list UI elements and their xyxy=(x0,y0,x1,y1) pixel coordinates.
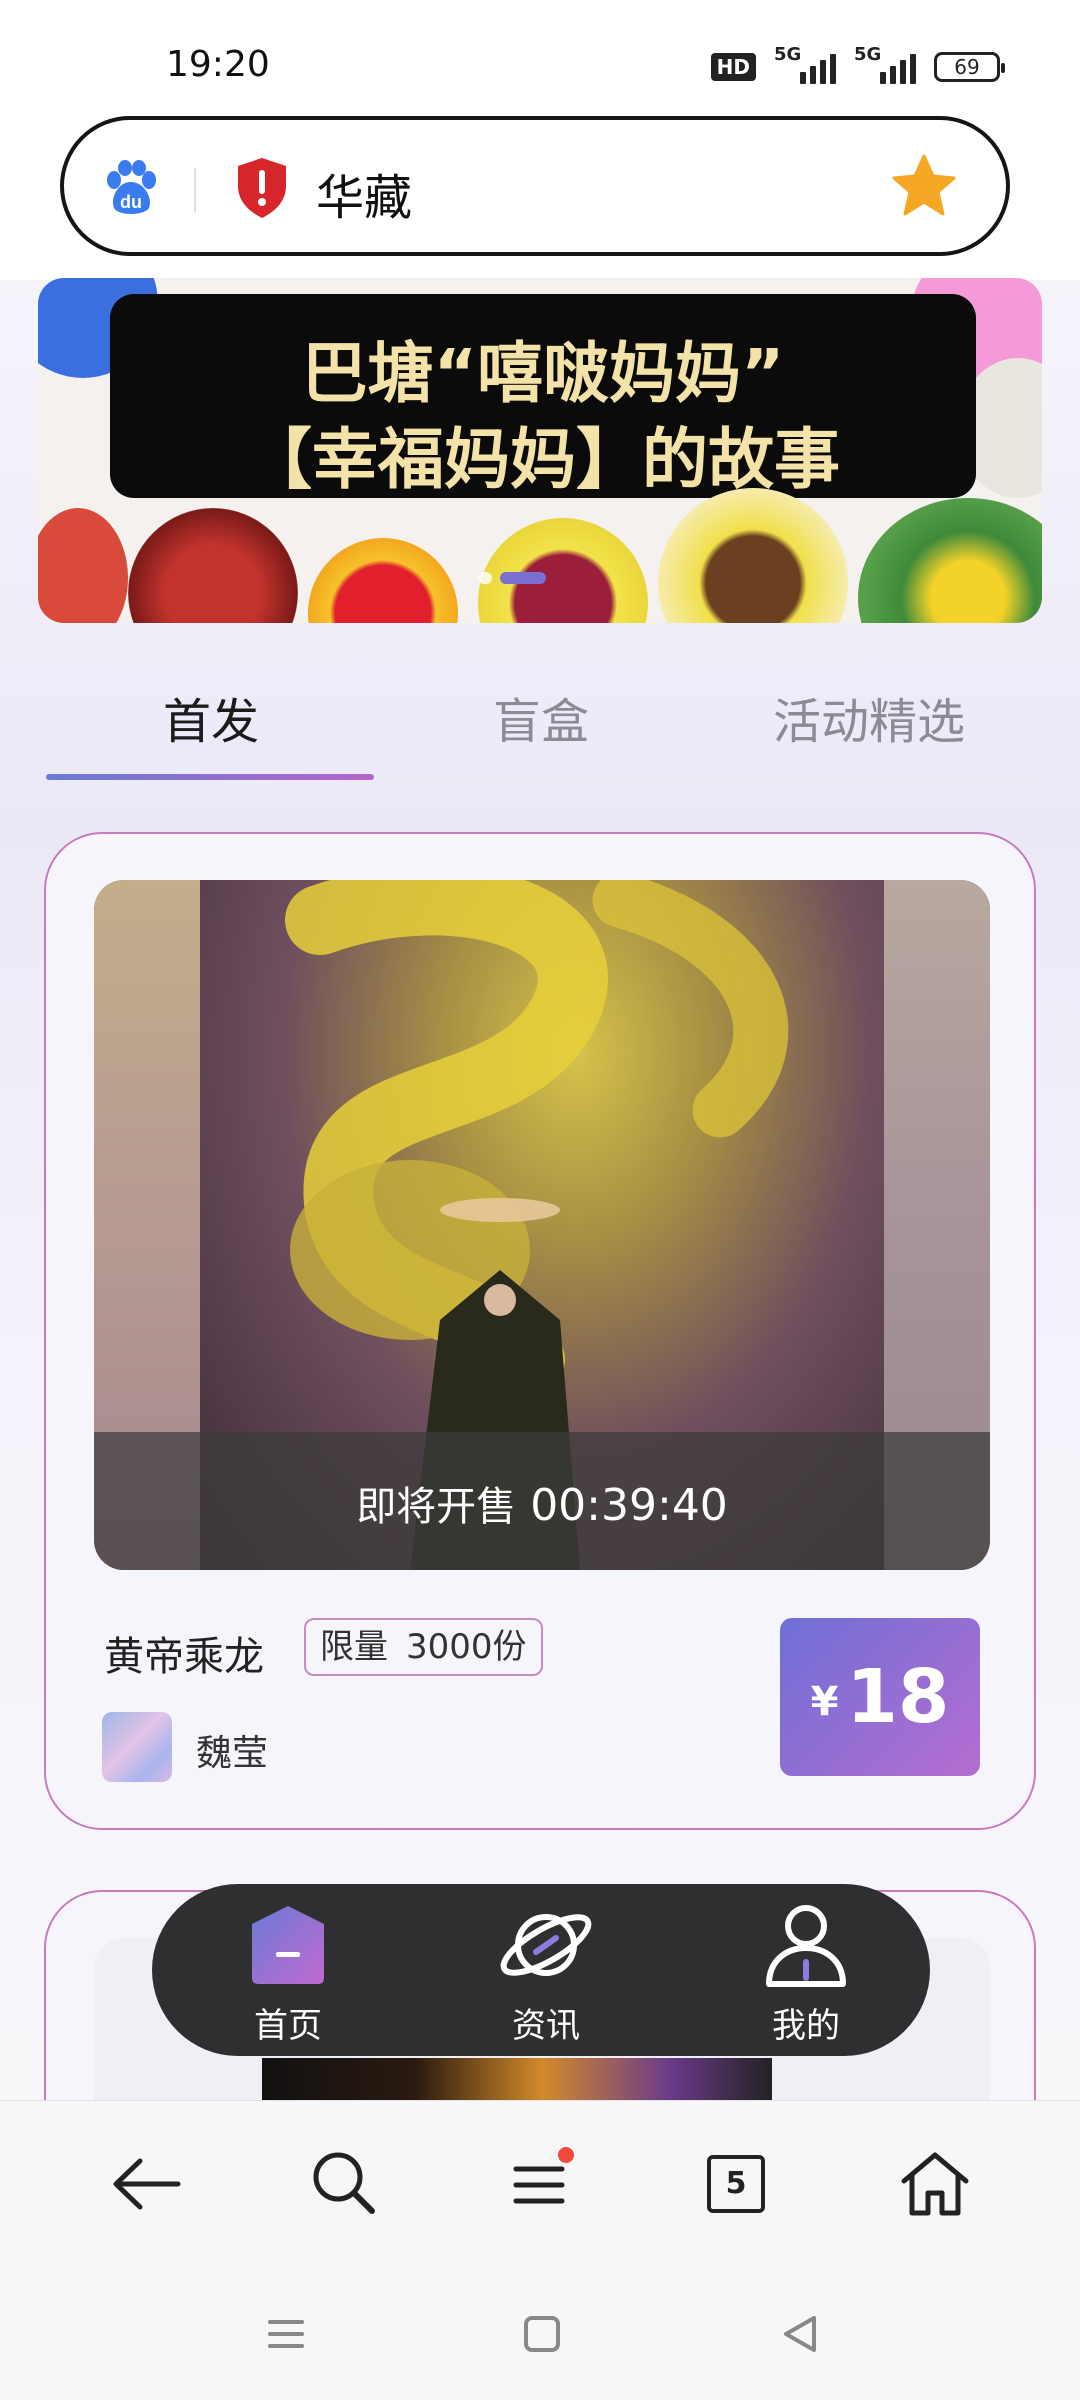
limit-badge: 限量 3000份 xyxy=(304,1618,543,1676)
site-title[interactable]: 华藏 xyxy=(316,158,412,228)
user-icon xyxy=(766,1905,846,1987)
banner-dot[interactable] xyxy=(478,572,492,584)
tab-blind-box[interactable]: 盲盒 xyxy=(376,682,706,752)
product-image[interactable]: 即将开售 00:39:40 xyxy=(94,880,990,1570)
recents-icon[interactable] xyxy=(256,2304,316,2364)
tab-first-release[interactable]: 首发 xyxy=(46,682,376,752)
nav-news[interactable]: 资讯 xyxy=(446,1884,646,2056)
hd-icon: HD xyxy=(710,53,756,81)
address-separator xyxy=(194,168,196,212)
banner-art xyxy=(478,518,648,623)
countdown-timer: 00:39:40 xyxy=(530,1480,728,1531)
banner-dot-active[interactable] xyxy=(500,572,546,584)
banner-title-box: 巴塘“嘻啵妈妈” 【幸福妈妈】的故事 xyxy=(110,294,976,498)
home-hexagon-icon xyxy=(252,1906,324,1984)
banner-art xyxy=(128,508,298,623)
planet-icon xyxy=(500,1914,592,1976)
status-time: 19:20 xyxy=(166,44,270,85)
system-nav-bar xyxy=(0,2264,1080,2400)
search-icon[interactable] xyxy=(300,2139,390,2229)
status-icons: HD 5G 5G 69 xyxy=(710,44,1005,84)
price-currency: ¥ xyxy=(810,1679,839,1725)
browser-toolbar: 5 xyxy=(0,2100,1080,2264)
svg-text:du: du xyxy=(120,192,142,212)
back-arrow-icon[interactable] xyxy=(102,2139,192,2229)
tab-featured-events[interactable]: 活动精选 xyxy=(704,682,1034,752)
menu-icon[interactable] xyxy=(494,2139,584,2229)
banner-pagination xyxy=(478,572,546,584)
sale-status: 即将开售 xyxy=(356,1484,517,1530)
price-amount: 18 xyxy=(846,1654,950,1740)
app-bottom-nav: 首页 资讯 我的 xyxy=(152,1884,930,2056)
product-name: 黄帝乘龙 xyxy=(104,1634,264,1680)
banner-art xyxy=(858,498,1042,623)
tabs-count: 5 xyxy=(707,2155,765,2213)
nav-mine-label: 我的 xyxy=(772,2006,840,2046)
nav-mine[interactable]: 我的 xyxy=(706,1884,906,2056)
signal-icon: 5G xyxy=(774,44,836,84)
limit-label: 限量 xyxy=(320,1627,388,1667)
notification-dot xyxy=(558,2147,574,2163)
nav-home-label: 首页 xyxy=(254,2006,322,2046)
product-card[interactable]: 即将开售 00:39:40 黄帝乘龙 限量 3000份 魏莹 ¥ 18 xyxy=(44,832,1036,1830)
address-bar-container: du 华藏 xyxy=(0,110,1080,280)
tabs-button[interactable]: 5 xyxy=(692,2139,782,2229)
banner-art xyxy=(38,508,128,623)
promo-banner[interactable]: 巴塘“嘻啵妈妈” 【幸福妈妈】的故事 xyxy=(38,278,1042,623)
category-tabs: 首发 盲盒 活动精选 xyxy=(46,670,1034,782)
banner-art xyxy=(308,538,458,623)
home-icon[interactable] xyxy=(890,2139,980,2229)
artist-avatar[interactable] xyxy=(102,1712,172,1782)
price-button[interactable]: ¥ 18 xyxy=(780,1618,980,1776)
banner-title-line1: 巴塘“嘻啵妈妈” xyxy=(301,335,785,412)
status-bar: 19:20 HD 5G 5G 69 xyxy=(0,0,1080,110)
battery-icon: 69 xyxy=(934,52,1005,82)
nav-news-label: 资讯 xyxy=(512,2006,580,2046)
shield-alert-icon[interactable] xyxy=(234,156,290,220)
home-square-icon[interactable] xyxy=(512,2304,572,2364)
sale-countdown-bar: 即将开售 00:39:40 xyxy=(94,1432,990,1570)
banner-art xyxy=(658,488,848,623)
banner-title-line2: 【幸福妈妈】的故事 xyxy=(246,421,840,498)
back-triangle-icon[interactable] xyxy=(770,2304,830,2364)
signal-icon: 5G xyxy=(854,44,916,84)
artist-name[interactable]: 魏莹 xyxy=(196,1724,268,1776)
nav-home[interactable]: 首页 xyxy=(188,1884,388,2056)
baidu-paw-icon[interactable]: du xyxy=(102,160,160,216)
tab-active-indicator xyxy=(46,774,374,780)
address-bar[interactable]: du 华藏 xyxy=(60,116,1010,256)
limit-count: 3000份 xyxy=(406,1627,527,1667)
star-icon[interactable] xyxy=(890,152,958,220)
